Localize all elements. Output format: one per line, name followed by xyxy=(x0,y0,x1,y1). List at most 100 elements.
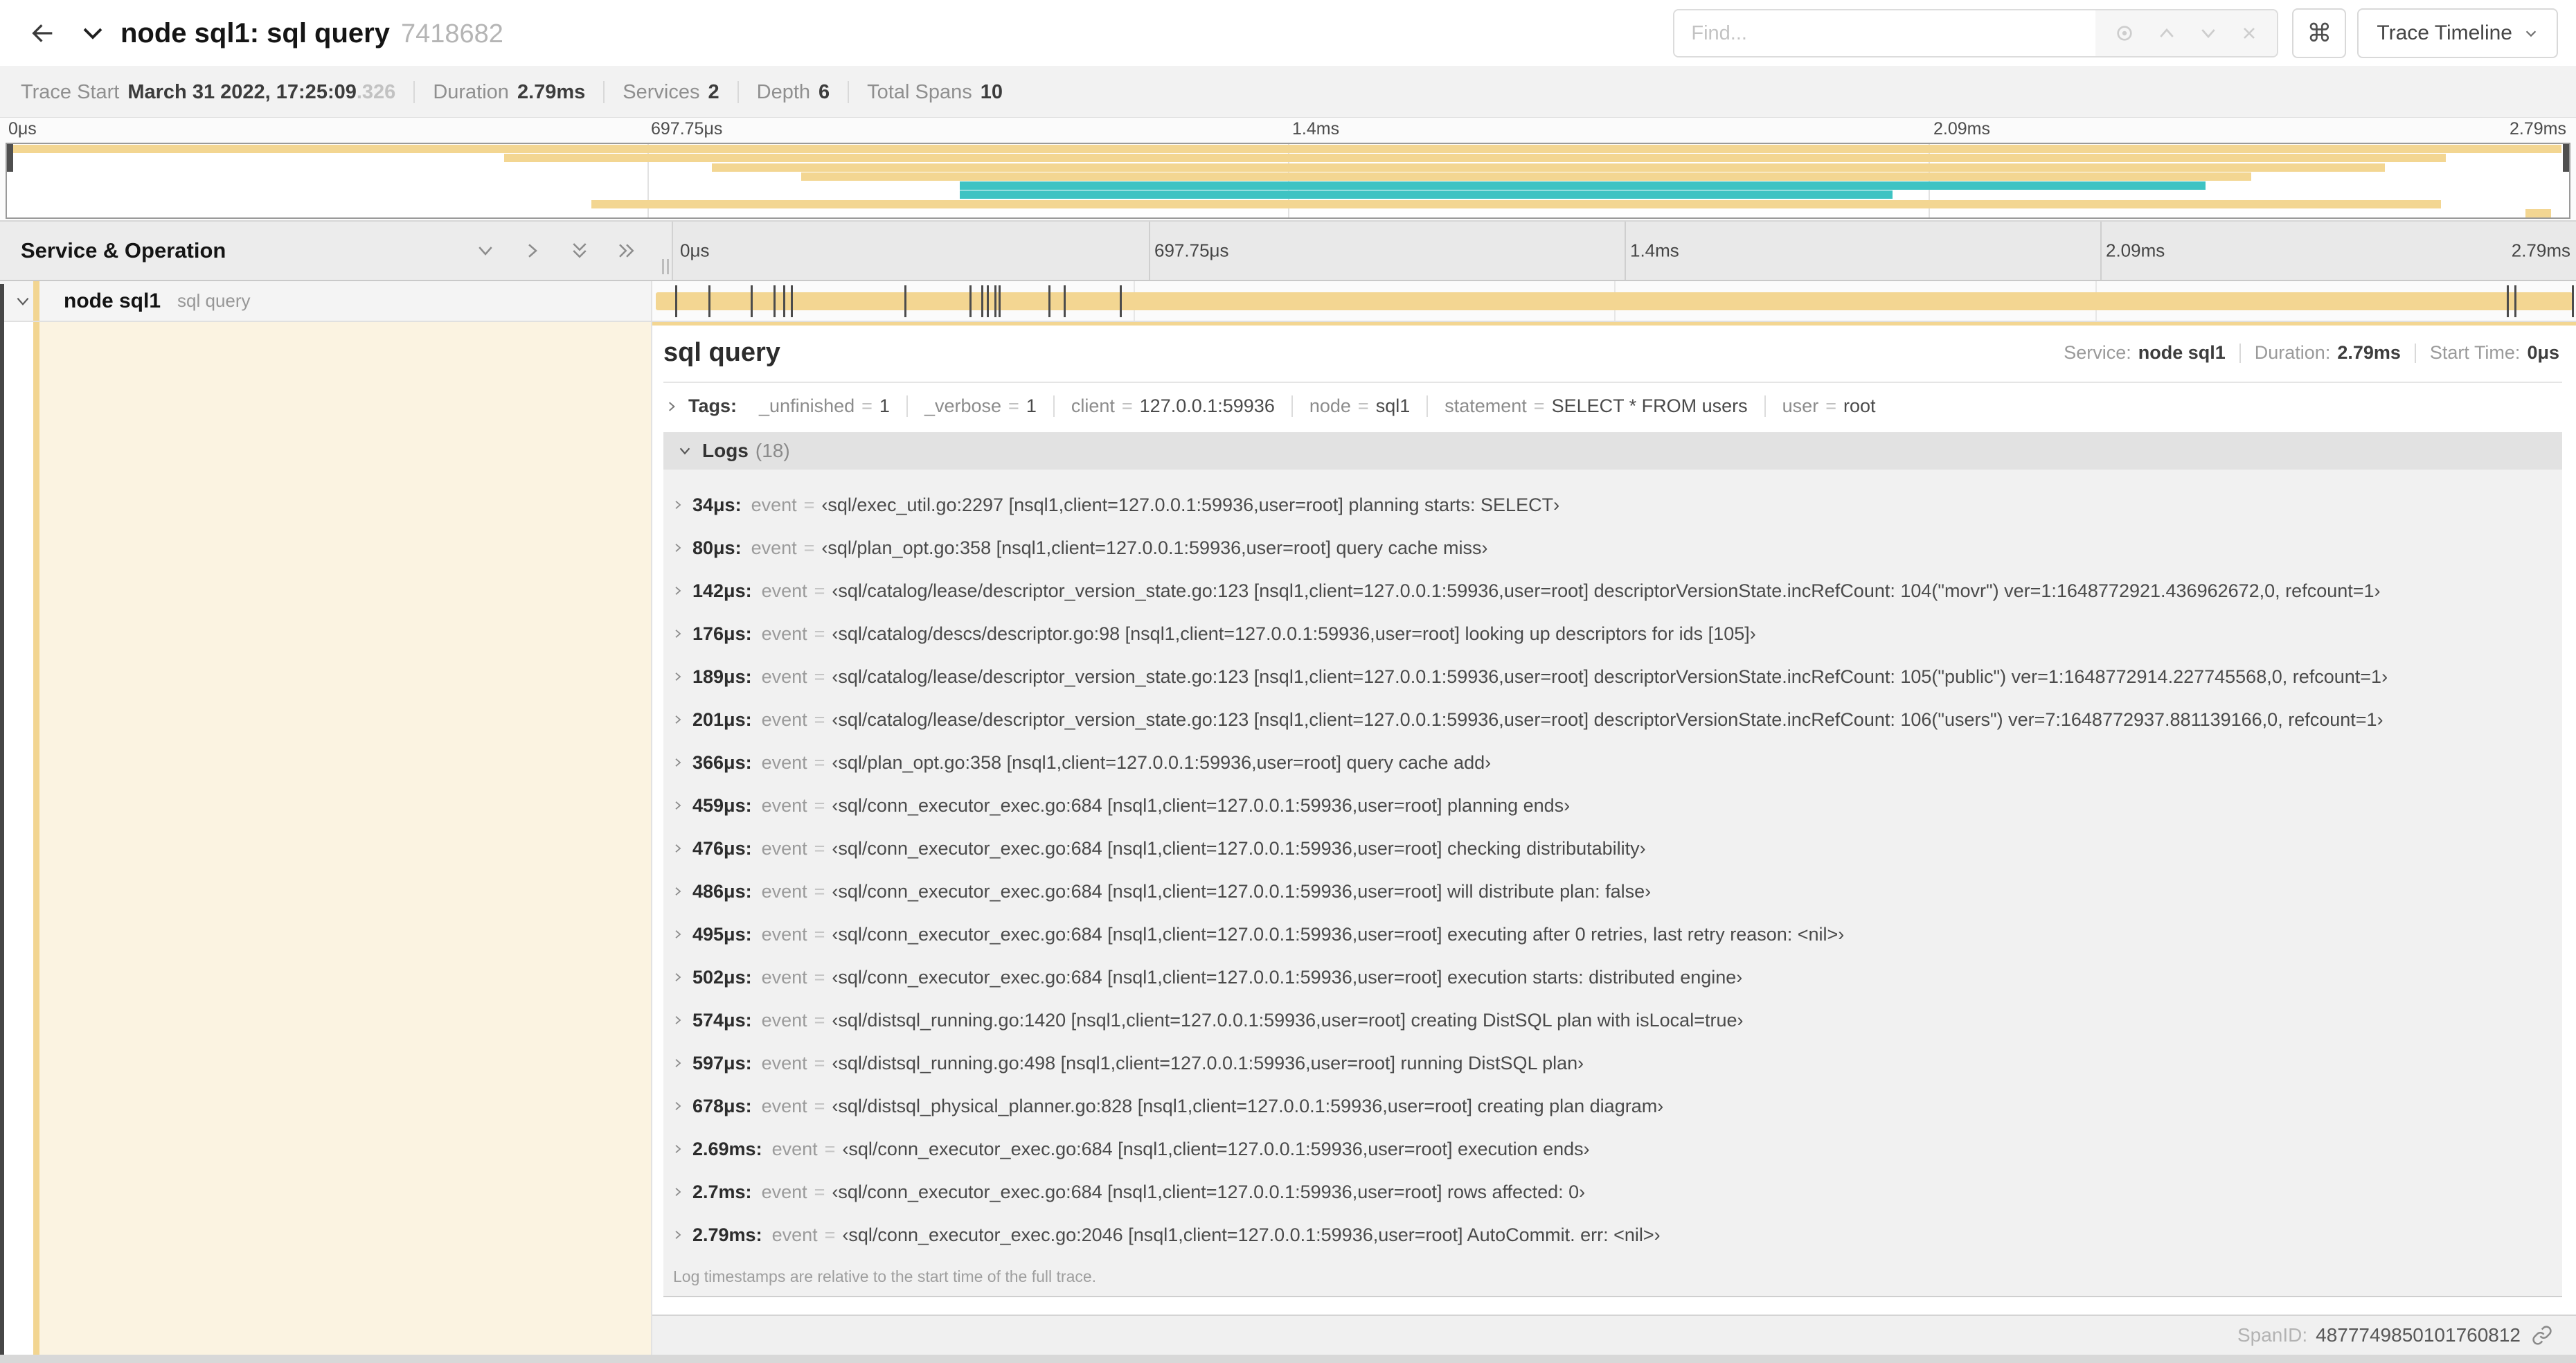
tag-item[interactable]: _verbose = 1 xyxy=(908,395,1055,417)
log-tick-mark[interactable] xyxy=(969,285,972,317)
log-tick-mark[interactable] xyxy=(2572,285,2575,317)
log-tick-mark[interactable] xyxy=(904,285,906,317)
log-field-value: ‹sql/conn_executor_exec.go:684 [nsql1,cl… xyxy=(842,1138,1590,1159)
clear-find-icon[interactable] xyxy=(2239,24,2259,43)
collapse-all-icon[interactable] xyxy=(569,240,590,261)
collapse-trace-header-chevron-icon[interactable] xyxy=(80,21,105,46)
log-field-key: event xyxy=(761,751,807,773)
log-tick-mark[interactable] xyxy=(675,285,678,317)
column-resize-handle[interactable] xyxy=(662,259,669,274)
span-duration-bar[interactable] xyxy=(656,292,2573,310)
tag-item[interactable]: statement = SELECT * FROM users xyxy=(1428,395,1766,417)
log-entry[interactable]: 459μs: event = ‹sql/conn_executor_exec.go:6… xyxy=(663,784,2562,827)
find-input[interactable] xyxy=(1674,10,2096,56)
span-color-stripe xyxy=(33,281,39,321)
tags-row[interactable]: Tags: _unfinished = 1 _verbose = 1 client = 127.… xyxy=(652,383,2576,427)
trace-meta-item: Trace Start March 31 2022, 17:25:09.326 xyxy=(21,81,395,104)
log-entry[interactable]: 574μs: event = ‹sql/distsql_running.go:1420… xyxy=(663,999,2562,1042)
log-tick-mark[interactable] xyxy=(2506,285,2509,317)
trace-meta-label: Depth xyxy=(756,80,811,103)
log-tick-mark[interactable] xyxy=(981,285,984,317)
tag-item[interactable]: user = root xyxy=(1766,395,1893,417)
minimap-right-drag-handle[interactable] xyxy=(2563,144,2569,172)
log-equals: = xyxy=(814,623,825,644)
expand-all-icon[interactable] xyxy=(616,240,637,261)
log-tick-mark[interactable] xyxy=(750,285,753,317)
log-field-key: event xyxy=(761,837,807,859)
log-field-key: event xyxy=(761,623,807,644)
tag-item[interactable]: node = sql1 xyxy=(1293,395,1429,417)
ruler-tick-label: 1.4ms xyxy=(1630,240,1679,261)
log-entry[interactable]: 2.69ms: event = ‹sql/conn_executor_exec.go:… xyxy=(663,1128,2562,1170)
log-field-key: event xyxy=(761,1009,807,1031)
log-entry[interactable]: 476μs: event = ‹sql/conn_executor_exec.go:6… xyxy=(663,827,2562,870)
log-field-value: ‹sql/plan_opt.go:358 [nsql1,client=127.0… xyxy=(832,751,1492,773)
trace-meta-value: 2.79ms xyxy=(517,80,586,103)
back-button[interactable] xyxy=(18,19,68,47)
keyboard-shortcuts-button[interactable]: ⌘ xyxy=(2292,8,2347,58)
log-entry[interactable]: 2.79ms: event = ‹sql/conn_executor_exec.go:… xyxy=(663,1213,2562,1256)
log-tick-mark[interactable] xyxy=(1064,285,1066,317)
span-row-name-cell[interactable]: node sql1 sql query xyxy=(0,281,652,321)
log-entry[interactable]: 34μs: event = ‹sql/exec_util.go:2297 [nsql1… xyxy=(663,483,2562,526)
log-field-key: event xyxy=(761,580,807,601)
logs-section: Logs (18) 34μs: event = ‹sql/exec_util.go:2… xyxy=(663,432,2562,1297)
log-entry[interactable]: 189μs: event = ‹sql/catalog/lease/descripto… xyxy=(663,655,2562,698)
view-selector-button[interactable]: Trace Timeline xyxy=(2357,8,2558,58)
log-field-key: event xyxy=(761,923,807,945)
span-row[interactable]: node sql1 sql query xyxy=(0,281,2576,322)
log-equals: = xyxy=(814,880,825,902)
collapse-one-icon[interactable] xyxy=(475,240,496,261)
log-tick-mark[interactable] xyxy=(2514,285,2517,317)
log-tick-mark[interactable] xyxy=(791,285,794,317)
span-row-timeline-cell[interactable] xyxy=(652,281,2576,321)
tag-item[interactable]: _unfinished = 1 xyxy=(742,395,908,417)
tag-item[interactable]: client = 127.0.0.1:59936 xyxy=(1055,395,1293,417)
span-id-bar: SpanID: 4877749850101760812 xyxy=(652,1315,2576,1355)
log-entry[interactable]: 176μs: event = ‹sql/catalog/descs/descripto… xyxy=(663,612,2562,655)
log-tick-mark[interactable] xyxy=(994,285,997,317)
minimap-canvas[interactable] xyxy=(6,143,2570,219)
minimap-left-drag-handle[interactable] xyxy=(7,144,13,172)
log-timestamp: 597μs: xyxy=(692,1052,752,1074)
expand-one-icon[interactable] xyxy=(522,240,543,261)
chevron-right-icon xyxy=(672,499,684,511)
trace-meta-item: Depth 6 xyxy=(757,81,830,104)
log-tick-mark[interactable] xyxy=(999,285,1001,317)
log-tick-mark[interactable] xyxy=(708,285,710,317)
back-arrow-icon xyxy=(29,19,57,47)
log-equals: = xyxy=(814,1009,825,1031)
log-entry[interactable]: 80μs: event = ‹sql/plan_opt.go:358 [nsql1,c… xyxy=(663,526,2562,569)
log-entry[interactable]: 678μs: event = ‹sql/distsql_physical_planne… xyxy=(663,1085,2562,1128)
log-entry[interactable]: 366μs: event = ‹sql/plan_opt.go:358 [nsql1,… xyxy=(663,741,2562,784)
logs-header[interactable]: Logs (18) xyxy=(663,432,2562,470)
trace-id: 7418682 xyxy=(400,19,503,48)
log-field-key: event xyxy=(761,1181,807,1202)
log-tick-mark[interactable] xyxy=(1120,285,1122,317)
tag-value: 1 xyxy=(1026,395,1037,416)
locate-icon[interactable] xyxy=(2113,22,2136,44)
log-entry[interactable]: 495μs: event = ‹sql/conn_executor_exec.go:6… xyxy=(663,913,2562,956)
logs-footer-note: Log timestamps are relative to the start… xyxy=(663,1256,2562,1296)
log-entry[interactable]: 201μs: event = ‹sql/catalog/lease/descripto… xyxy=(663,698,2562,741)
log-tick-mark[interactable] xyxy=(773,285,776,317)
chevron-right-icon xyxy=(672,928,684,941)
log-tick-mark[interactable] xyxy=(1048,285,1051,317)
log-entry[interactable]: 142μs: event = ‹sql/catalog/lease/descripto… xyxy=(663,569,2562,612)
log-entry[interactable]: 502μs: event = ‹sql/conn_executor_exec.go:6… xyxy=(663,956,2562,999)
chevron-right-icon xyxy=(665,400,679,413)
minimap-span-bar xyxy=(711,163,2385,172)
span-collapse-chevron-icon[interactable] xyxy=(14,292,32,310)
log-entry[interactable]: 597μs: event = ‹sql/distsql_running.go:498 … xyxy=(663,1042,2562,1085)
logs-count: (18) xyxy=(755,440,790,461)
chevron-right-icon xyxy=(672,842,684,855)
link-icon[interactable] xyxy=(2532,1325,2552,1346)
next-result-icon[interactable] xyxy=(2198,23,2219,44)
log-entry[interactable]: 486μs: event = ‹sql/conn_executor_exec.go:6… xyxy=(663,870,2562,913)
trace-meta-label: Total Spans xyxy=(867,80,972,103)
log-entry[interactable]: 2.7ms: event = ‹sql/conn_executor_exec.go:6… xyxy=(663,1170,2562,1213)
prev-result-icon[interactable] xyxy=(2156,23,2177,44)
log-tick-mark[interactable] xyxy=(987,285,990,317)
left-scroll-indicator[interactable] xyxy=(0,284,4,1355)
log-tick-mark[interactable] xyxy=(782,285,785,317)
